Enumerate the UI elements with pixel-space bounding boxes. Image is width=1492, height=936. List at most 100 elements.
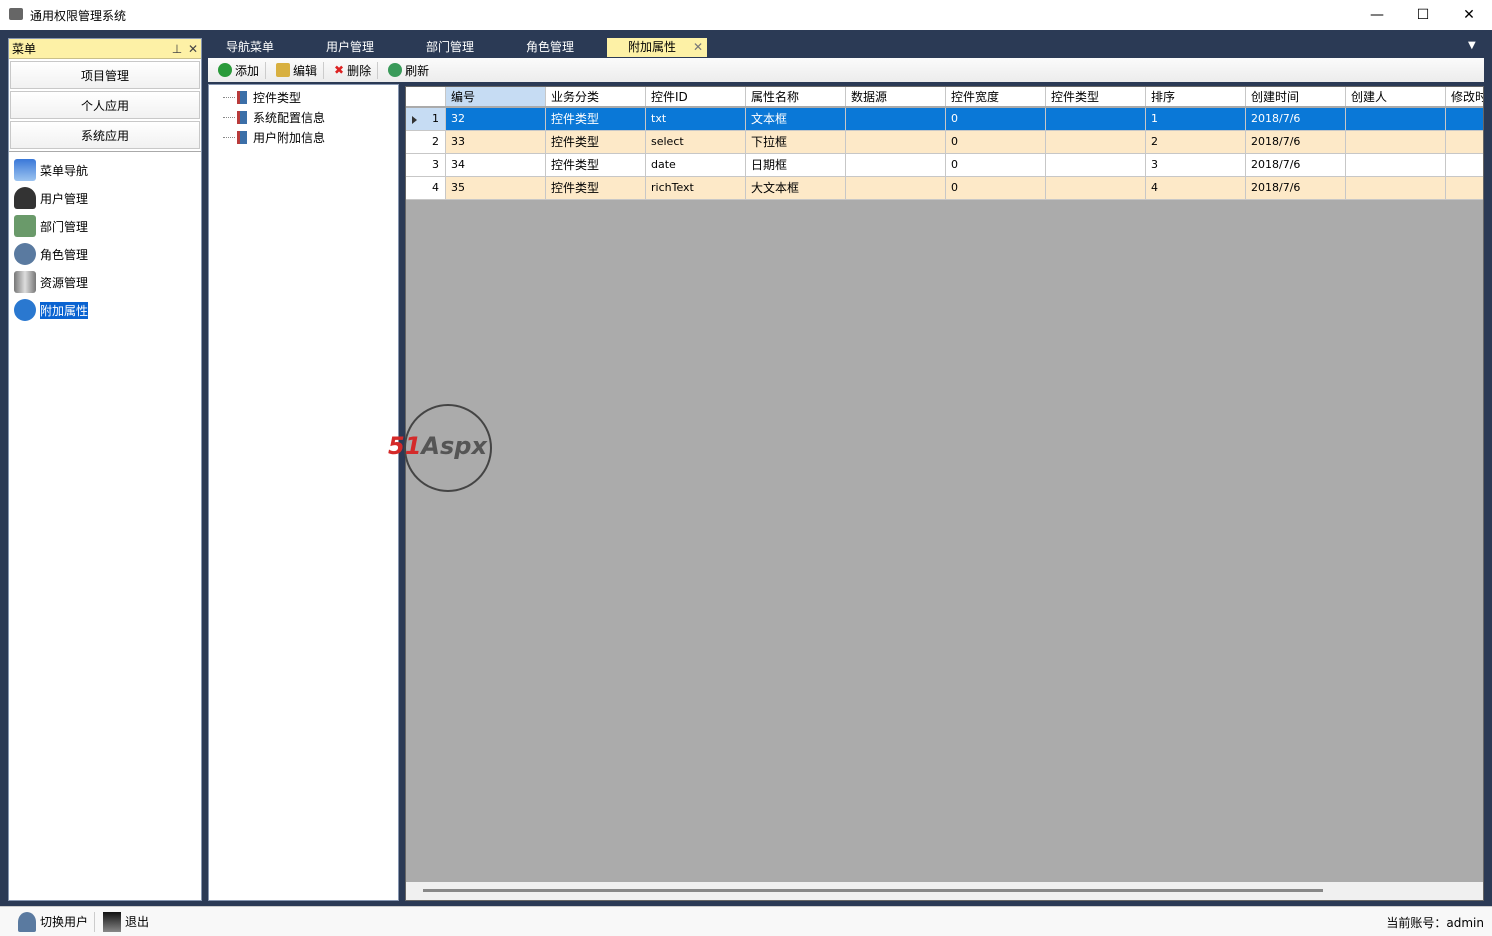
table-cell[interactable]: txt (646, 108, 746, 130)
table-cell[interactable]: 2018/7/6 (1246, 154, 1346, 176)
maximize-button[interactable]: ☐ (1400, 0, 1446, 30)
column-header[interactable]: 创建人 (1346, 87, 1446, 106)
table-cell[interactable]: 控件类型 (546, 177, 646, 199)
table-cell[interactable] (846, 108, 946, 130)
table-cell[interactable]: date (646, 154, 746, 176)
table-cell[interactable] (1346, 177, 1446, 199)
project-management-button[interactable]: 项目管理 (10, 61, 200, 89)
column-header[interactable]: 属性名称 (746, 87, 846, 106)
table-cell[interactable]: 2 (1146, 131, 1246, 153)
table-cell[interactable] (1446, 177, 1483, 199)
menu-item-attributes[interactable]: 附加属性 (9, 296, 201, 324)
menu-item-departments[interactable]: 部门管理 (9, 212, 201, 240)
column-header[interactable]: 修改时 (1446, 87, 1483, 106)
table-cell[interactable]: 大文本框 (746, 177, 846, 199)
table-cell[interactable]: 1 (1146, 108, 1246, 130)
switch-user-button[interactable]: 切换用户 (18, 911, 96, 932)
column-header[interactable]: 控件ID (646, 87, 746, 106)
tab-dropdown-icon[interactable]: ▼ (1468, 40, 1476, 51)
horizontal-scrollbar[interactable] (406, 882, 1483, 900)
table-cell[interactable]: 文本框 (746, 108, 846, 130)
tab-close-icon[interactable]: ✕ (693, 38, 703, 57)
tree-node[interactable]: 系统配置信息 (209, 107, 398, 127)
table-cell[interactable]: 4 (1146, 177, 1246, 199)
table-cell[interactable] (1346, 154, 1446, 176)
tab-user-management[interactable]: 用户管理 (305, 38, 405, 57)
edit-label: 编辑 (293, 63, 318, 78)
table-cell[interactable] (1046, 177, 1146, 199)
table-cell[interactable] (846, 154, 946, 176)
table-cell[interactable]: 33 (446, 131, 546, 153)
table-cell[interactable]: 35 (446, 177, 546, 199)
column-header[interactable]: 编号 (446, 87, 546, 106)
delete-button[interactable]: ✖ 删除 (334, 61, 379, 79)
row-number: 3 (432, 158, 439, 171)
table-row[interactable]: 2 33 控件类型 select 下拉框 0 2 2018/7/6 (406, 131, 1483, 154)
tree-node[interactable]: 控件类型 (209, 87, 398, 107)
table-cell[interactable]: 2018/7/6 (1246, 108, 1346, 130)
table-cell[interactable]: 控件类型 (546, 154, 646, 176)
menu-item-roles[interactable]: 角色管理 (9, 240, 201, 268)
table-cell[interactable]: 34 (446, 154, 546, 176)
table-cell[interactable] (846, 131, 946, 153)
row-header[interactable]: 4 (406, 177, 446, 199)
table-cell[interactable]: select (646, 131, 746, 153)
table-cell[interactable]: 控件类型 (546, 108, 646, 130)
table-cell[interactable] (1346, 108, 1446, 130)
table-cell[interactable]: 3 (1146, 154, 1246, 176)
table-cell[interactable] (1446, 131, 1483, 153)
tree-node[interactable]: 用户附加信息 (209, 127, 398, 147)
tab-role-management[interactable]: 角色管理 (505, 38, 605, 57)
table-cell[interactable] (846, 177, 946, 199)
column-header[interactable]: 排序 (1146, 87, 1246, 106)
column-header[interactable]: 数据源 (846, 87, 946, 106)
row-header[interactable]: 3 (406, 154, 446, 176)
tree-node-label: 系统配置信息 (253, 110, 326, 125)
row-header[interactable]: 2 (406, 131, 446, 153)
table-cell[interactable] (1046, 108, 1146, 130)
table-cell[interactable]: 0 (946, 177, 1046, 199)
tab-department-management[interactable]: 部门管理 (405, 38, 505, 57)
table-cell[interactable]: 2018/7/6 (1246, 131, 1346, 153)
table-cell[interactable]: 0 (946, 154, 1046, 176)
tab-additional-attributes[interactable]: 附加属性 ✕ (607, 38, 707, 57)
menu-item-users[interactable]: 用户管理 (9, 184, 201, 212)
table-cell[interactable] (1446, 108, 1483, 130)
switch-user-icon (18, 911, 36, 932)
table-cell[interactable]: 2018/7/6 (1246, 177, 1346, 199)
scrollbar-thumb[interactable] (423, 889, 1323, 892)
tab-navigation-menu[interactable]: 导航菜单 (205, 38, 305, 57)
personal-apps-button[interactable]: 个人应用 (10, 91, 200, 119)
table-cell[interactable]: 控件类型 (546, 131, 646, 153)
table-cell[interactable]: 0 (946, 108, 1046, 130)
menu-item-navigation[interactable]: 菜单导航 (9, 156, 201, 184)
exit-button[interactable]: 退出 (103, 911, 155, 932)
table-row[interactable]: 4 35 控件类型 richText 大文本框 0 4 2018/7/6 (406, 177, 1483, 200)
system-apps-button[interactable]: 系统应用 (10, 121, 200, 149)
table-cell[interactable]: 下拉框 (746, 131, 846, 153)
table-cell[interactable] (1446, 154, 1483, 176)
row-header[interactable]: 1 (406, 108, 446, 130)
column-header[interactable]: 控件宽度 (946, 87, 1046, 106)
table-cell[interactable]: richText (646, 177, 746, 199)
pin-icon[interactable]: ⊥ (169, 42, 185, 56)
column-header[interactable]: 创建时间 (1246, 87, 1346, 106)
column-header[interactable]: 控件类型 (1046, 87, 1146, 106)
add-button[interactable]: 添加 (218, 61, 267, 79)
table-cell[interactable] (1046, 131, 1146, 153)
minimize-button[interactable]: — (1354, 0, 1400, 30)
close-button[interactable]: ✕ (1446, 0, 1492, 30)
table-cell[interactable]: 日期框 (746, 154, 846, 176)
table-cell[interactable]: 32 (446, 108, 546, 130)
table-cell[interactable] (1346, 131, 1446, 153)
refresh-button[interactable]: 刷新 (388, 62, 435, 79)
table-row[interactable]: 3 34 控件类型 date 日期框 0 3 2018/7/6 (406, 154, 1483, 177)
table-cell[interactable]: 0 (946, 131, 1046, 153)
table-row[interactable]: 1 32 控件类型 txt 文本框 0 1 2018/7/6 (406, 108, 1483, 131)
delete-x-icon: ✖ (334, 63, 345, 77)
menu-item-resources[interactable]: 资源管理 (9, 268, 201, 296)
edit-button[interactable]: 编辑 (276, 61, 325, 79)
table-cell[interactable] (1046, 154, 1146, 176)
column-header[interactable]: 业务分类 (546, 87, 646, 106)
panel-close-icon[interactable]: ✕ (185, 42, 201, 56)
